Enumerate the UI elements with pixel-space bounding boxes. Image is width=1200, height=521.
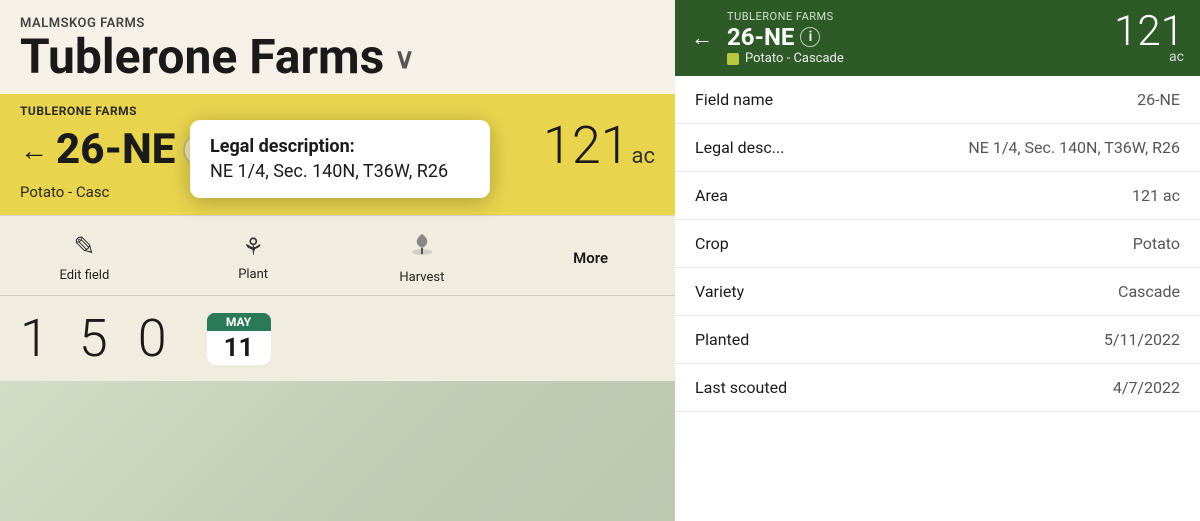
detail-value: 5/11/2022 (1104, 330, 1180, 349)
detail-key: Crop (695, 234, 1133, 253)
bottom-num-2: 5 (79, 308, 108, 369)
detail-key: Legal desc... (695, 138, 968, 157)
detail-key: Last scouted (695, 378, 1113, 397)
harvest-label: Harvest (399, 270, 444, 285)
farm-name-large: Tublerone Farms ∨ (20, 31, 655, 84)
detail-value: 26-NE (1137, 90, 1180, 109)
bottom-num-1: 1 (20, 308, 49, 369)
left-header: MALMSKOG FARMS Tublerone Farms ∨ (0, 0, 675, 94)
detail-row[interactable]: Field name 26-NE (675, 76, 1200, 124)
edit-field-button[interactable]: ✎ Edit field (44, 232, 124, 283)
farm-name-text: Tublerone Farms (20, 31, 384, 84)
plant-label: Plant (238, 267, 268, 282)
detail-row[interactable]: Area 121 ac (675, 172, 1200, 220)
detail-row[interactable]: Planted 5/11/2022 (675, 316, 1200, 364)
right-back-arrow-icon[interactable]: ← (691, 25, 713, 51)
legal-tooltip-text: NE 1/4, Sec. 140N, T36W, R26 (210, 161, 470, 182)
right-header: ← TUBLERONE FARMS 26-NE i Potato - Casca… (675, 0, 1200, 76)
detail-key: Area (695, 186, 1132, 205)
right-farm-name: TUBLERONE FARMS (727, 10, 1104, 23)
detail-row[interactable]: Variety Cascade (675, 268, 1200, 316)
detail-value: 4/7/2022 (1113, 378, 1180, 397)
more-button[interactable]: More (551, 249, 631, 267)
pencil-icon: ✎ (73, 232, 95, 262)
field-area: 121 (543, 120, 630, 172)
right-area-container: 121 ac (1114, 11, 1184, 65)
crop-color-dot (727, 53, 739, 65)
back-arrow-icon[interactable]: ← (20, 134, 48, 167)
left-panel: MALMSKOG FARMS Tublerone Farms ∨ TUBLERO… (0, 0, 675, 521)
edit-field-label: Edit field (59, 268, 109, 283)
calendar-badge: MAY 11 (207, 313, 271, 365)
detail-row[interactable]: Last scouted 4/7/2022 (675, 364, 1200, 412)
right-header-info: TUBLERONE FARMS 26-NE i Potato - Cascade (727, 10, 1104, 66)
calendar-day: 11 (207, 331, 271, 365)
more-label: More (573, 249, 608, 267)
right-field-number: 26-NE i (727, 23, 1104, 51)
legal-tooltip-title: Legal description: (210, 136, 470, 157)
detail-value: NE 1/4, Sec. 140N, T36W, R26 (968, 138, 1180, 157)
detail-value: 121 ac (1132, 186, 1180, 205)
detail-value: Cascade (1118, 282, 1180, 301)
calendar-month: MAY (207, 313, 271, 331)
right-field-num-text: 26-NE (727, 23, 794, 51)
harvest-button[interactable]: Harvest (382, 230, 462, 285)
field-details-list: Field name 26-NE Legal desc... NE 1/4, S… (675, 76, 1200, 521)
detail-row[interactable]: Crop Potato (675, 220, 1200, 268)
detail-key: Field name (695, 90, 1137, 109)
right-info-icon[interactable]: i (800, 27, 820, 47)
plant-icon: ⚘ (242, 233, 264, 261)
legal-description-tooltip: Legal description: NE 1/4, Sec. 140N, T3… (190, 120, 490, 198)
right-panel: ← TUBLERONE FARMS 26-NE i Potato - Casca… (675, 0, 1200, 521)
bottom-num-3: 0 (138, 308, 167, 369)
chevron-down-icon[interactable]: ∨ (394, 44, 415, 75)
harvest-icon (408, 230, 436, 264)
detail-key: Variety (695, 282, 1118, 301)
detail-value: Potato (1133, 234, 1180, 253)
field-number: 26-NE (56, 129, 175, 171)
bottom-area: 1 5 0 MAY 11 (0, 295, 675, 381)
right-crop: Potato - Cascade (727, 51, 1104, 66)
action-bar: ✎ Edit field ⚘ Plant Harvest More (0, 215, 675, 295)
detail-key: Planted (695, 330, 1104, 349)
detail-row[interactable]: Legal desc... NE 1/4, Sec. 140N, T36W, R… (675, 124, 1200, 172)
plant-button[interactable]: ⚘ Plant (213, 233, 293, 282)
right-crop-text: Potato - Cascade (745, 51, 844, 66)
field-area-unit: ac (632, 133, 655, 181)
